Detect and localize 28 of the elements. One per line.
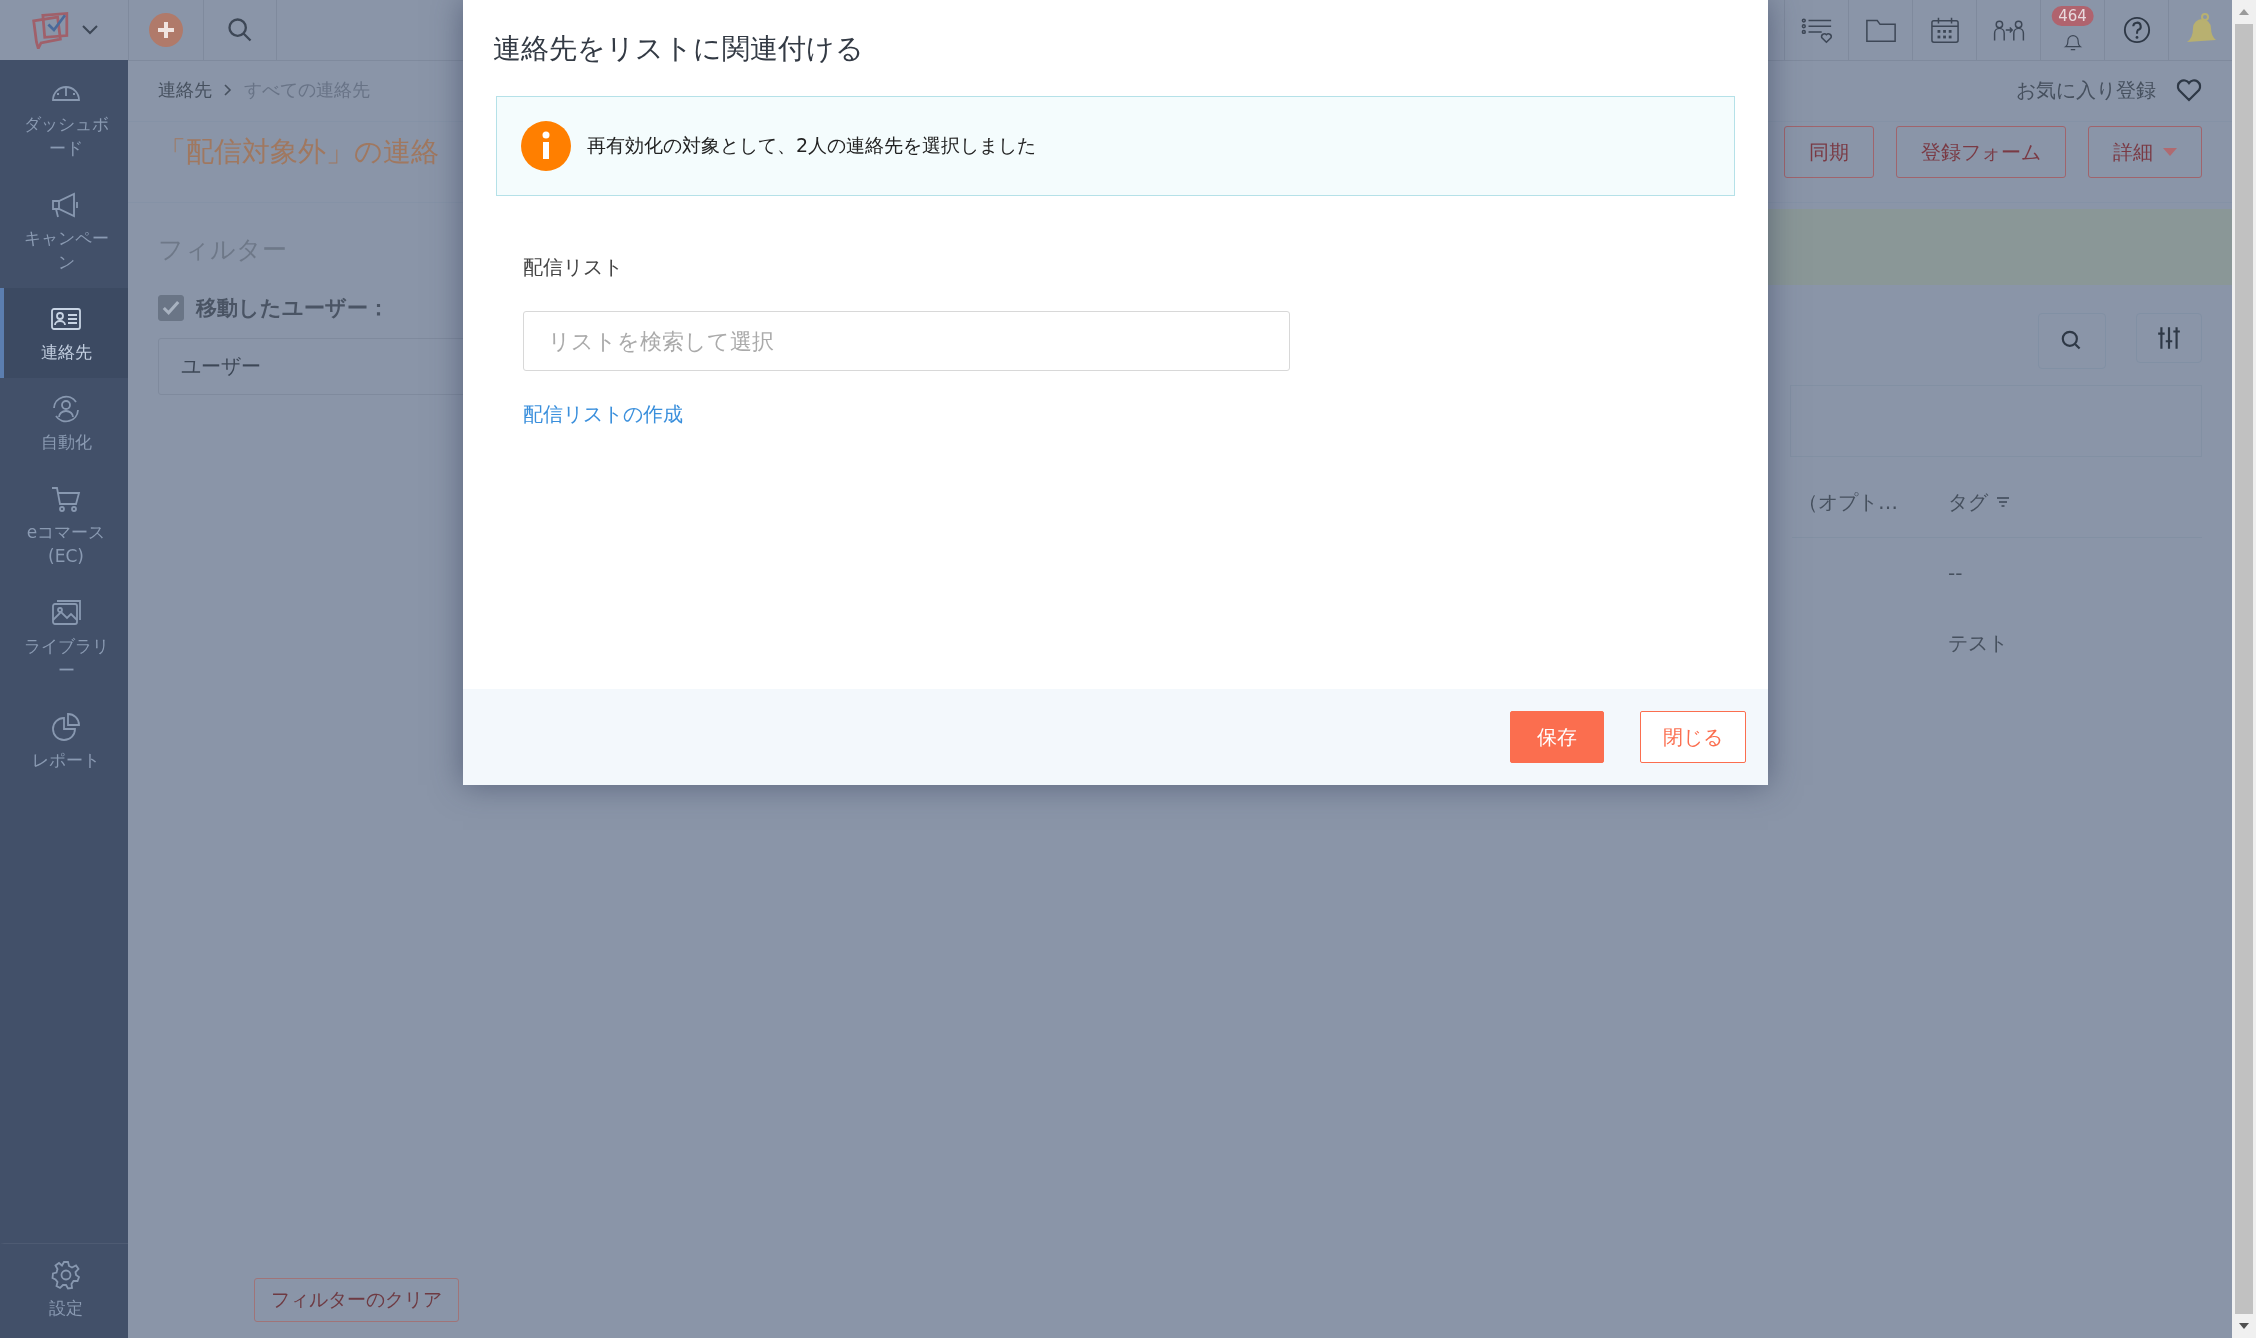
create-list-link[interactable]: 配信リストの作成 [523, 401, 683, 428]
action-button[interactable]: 同期 [1784, 126, 1874, 178]
sidebar-item[interactable]: キャンペーン [0, 174, 128, 288]
field-label: 配信リスト [523, 254, 623, 281]
sidebar-item[interactable]: ダッシュボード [0, 60, 128, 174]
sidebar-item[interactable]: 連絡先 [0, 288, 128, 378]
breadcrumb-link[interactable]: 連絡先 [158, 78, 212, 102]
favorite-label: お気に入り登録 [2016, 76, 2156, 104]
page-title: 「配信対象外」の連絡 [158, 134, 439, 170]
sidebar-item[interactable]: レポート [0, 696, 128, 786]
list-search-field[interactable]: リストを検索して選択 [523, 311, 1290, 371]
column-header: （オプト… [1797, 488, 1899, 516]
info-message: 再有効化の対象として、2人の連絡先を選択しました [587, 133, 1037, 158]
table-cell-text: テスト [1948, 629, 2009, 657]
dialog-title: 連絡先をリストに関連付ける [493, 31, 865, 67]
sidebar-item[interactable]: ライブラリー [0, 582, 128, 696]
save-button[interactable]: 保存 [1510, 711, 1604, 763]
clear-filter-button[interactable]: フィルターのクリア [254, 1278, 459, 1322]
notification-badge: 464 [2051, 6, 2094, 26]
table-cell-text: -- [1948, 561, 1964, 585]
sidebar-item[interactable]: 自動化 [0, 378, 128, 468]
column-header[interactable]: タグ [1948, 488, 2202, 516]
settings-item[interactable]: 設定 [0, 1243, 128, 1338]
filter-option-label: 移動したユーザー： [196, 295, 389, 322]
more-dropdown-button[interactable]: 詳細 [2088, 126, 2202, 178]
sidebar-item[interactable]: eコマース(EC) [0, 468, 128, 582]
action-button[interactable]: 登録フォーム [1896, 126, 2066, 178]
close-button[interactable]: 閉じる [1640, 711, 1746, 763]
